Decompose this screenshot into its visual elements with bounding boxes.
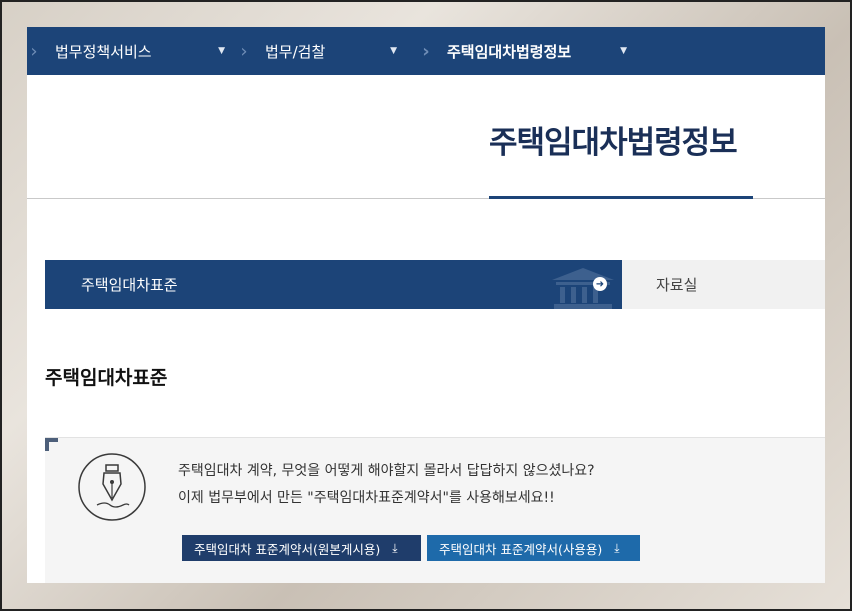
caret-down-icon[interactable]: ▼ xyxy=(620,46,627,56)
breadcrumb-label: 법무/검찰 xyxy=(265,42,326,61)
download-icon: ⤓ xyxy=(392,540,398,555)
button-label: 주택임대차 표준계약서(원본게시용) xyxy=(194,541,381,557)
breadcrumb-item-prosecution[interactable]: › 법무/검찰 ▼ xyxy=(237,27,419,75)
info-line-1: 주택임대차 계약, 무엇을 어떻게 해야할지 몰라서 답답하지 않으셨나요? xyxy=(178,463,595,479)
fountain-pen-icon xyxy=(78,453,146,521)
breadcrumb-label: 법무정책서비스 xyxy=(55,42,152,61)
chevron-right-icon: › xyxy=(240,40,248,62)
breadcrumb-label: 주택임대차법령정보 xyxy=(447,42,572,61)
page-content: › 법무정책서비스 ▼ › 법무/검찰 ▼ › 주택임대차법령정보 ▼ 주택임대… xyxy=(27,27,825,583)
building-icon xyxy=(552,268,614,309)
chevron-right-icon: › xyxy=(422,40,430,62)
download-buttons: 주택임대차 표준계약서(원본게시용) ⤓ 주택임대차 표준계약서(사용용) ⤓ xyxy=(182,535,640,561)
tab-label: 자료실 xyxy=(656,276,698,294)
corner-mark xyxy=(45,438,58,451)
breadcrumb-item-law-policy[interactable]: › 법무정책서비스 ▼ xyxy=(27,27,237,75)
tab-archive[interactable]: 자료실 xyxy=(622,260,825,309)
tab-bar: 주택임대차표준 ➜ 자료실 xyxy=(45,260,825,309)
caret-down-icon[interactable]: ▼ xyxy=(390,46,397,56)
page-title: 주택임대차법령정보 xyxy=(489,125,738,161)
download-usage-button[interactable]: 주택임대차 표준계약서(사용용) ⤓ xyxy=(427,535,640,561)
arrow-right-circle-icon: ➜ xyxy=(593,277,607,291)
info-box: 주택임대차 계약, 무엇을 어떻게 해야할지 몰라서 답답하지 않으셨나요? 이… xyxy=(45,437,825,583)
title-underline xyxy=(489,196,753,199)
tab-label: 주택임대차표준 xyxy=(81,276,178,294)
tab-lease-standard[interactable]: 주택임대차표준 ➜ xyxy=(45,260,622,309)
chevron-right-icon: › xyxy=(30,40,38,62)
breadcrumb: › 법무정책서비스 ▼ › 법무/검찰 ▼ › 주택임대차법령정보 ▼ xyxy=(27,27,825,75)
caret-down-icon[interactable]: ▼ xyxy=(218,46,225,56)
info-line-2: 이제 법무부에서 만든 "주택임대차표준계약서"를 사용해보세요!! xyxy=(178,490,555,506)
info-message: 주택임대차 계약, 무엇을 어떻게 해야할지 몰라서 답답하지 않으셨나요? 이… xyxy=(178,458,595,512)
section-heading: 주택임대차표준 xyxy=(45,367,168,389)
title-area: 주택임대차법령정보 xyxy=(27,75,825,199)
download-original-button[interactable]: 주택임대차 표준계약서(원본게시용) ⤓ xyxy=(182,535,421,561)
breadcrumb-item-lease-law[interactable]: › 주택임대차법령정보 ▼ xyxy=(419,27,649,75)
button-label: 주택임대차 표준계약서(사용용) xyxy=(439,541,603,557)
download-icon: ⤓ xyxy=(614,540,620,555)
